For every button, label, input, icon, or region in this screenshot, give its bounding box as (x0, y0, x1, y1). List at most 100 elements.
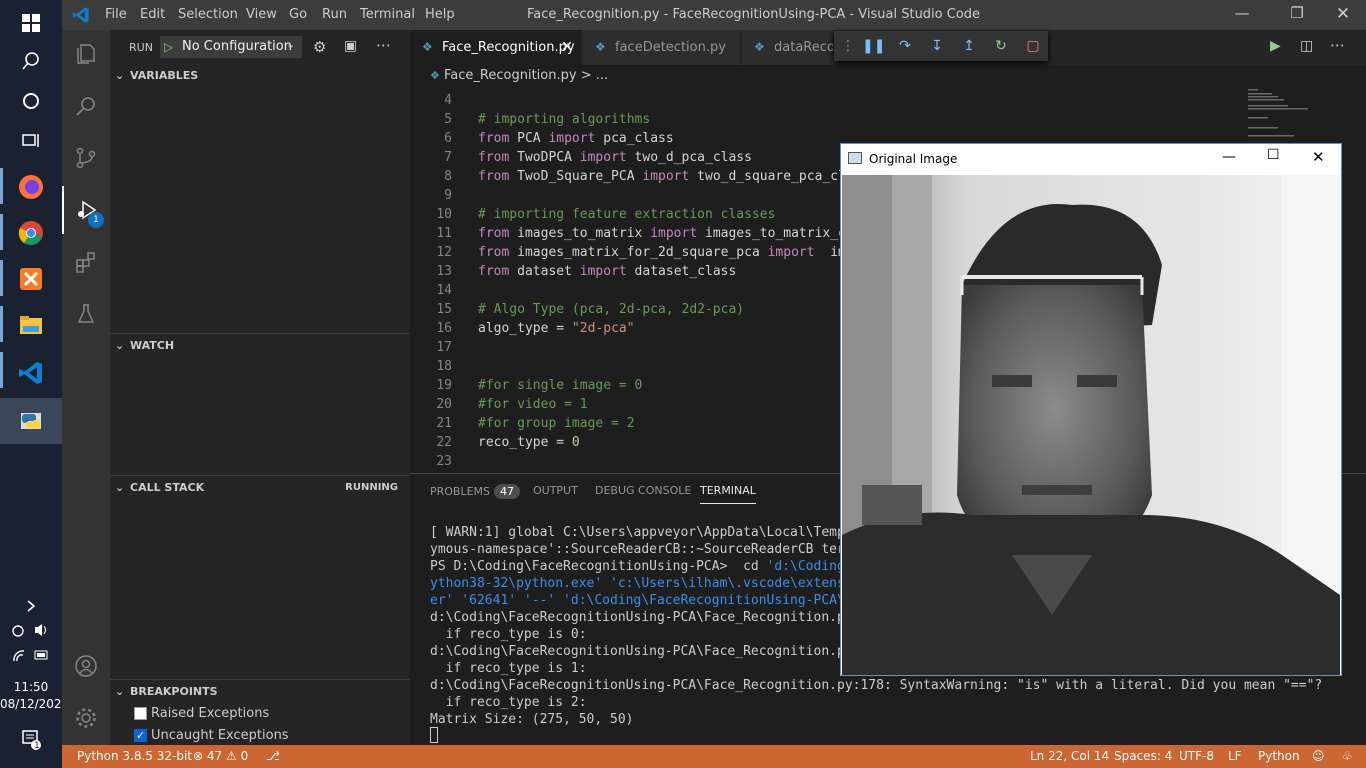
terminal-line: if reco_type is 1: (430, 661, 587, 676)
call-stack-section-header[interactable]: ⌄ CALL STACK RUNNING (110, 477, 410, 499)
file-explorer-icon[interactable] (0, 302, 62, 348)
code-line: # Algo Type (pca, 2d-pca, 2d2-pca) (478, 302, 745, 317)
step-into-icon[interactable]: ↧ (927, 36, 947, 56)
configuration-value: No Configuration (182, 39, 292, 54)
split-editor-icon[interactable]: ◫ (1300, 38, 1313, 54)
step-out-icon[interactable]: ↥ (959, 36, 979, 56)
step-over-icon[interactable]: ↷ (895, 36, 915, 56)
menu-run[interactable]: Run (322, 7, 347, 22)
line-number: 17 (436, 340, 452, 355)
close-icon[interactable]: ✕ (1328, 4, 1358, 24)
menu-view[interactable]: View (246, 7, 277, 22)
breakpoint-raised-exceptions[interactable]: Raised Exceptions (134, 703, 269, 723)
tab-terminal[interactable]: TERMINAL (700, 484, 756, 504)
menu-help[interactable]: Help (425, 7, 455, 22)
tab-face-detection[interactable]: ❖ faceDetection.py (583, 30, 741, 65)
warning-count: 0 (240, 749, 249, 763)
more-actions-icon[interactable]: ⋯ (376, 36, 391, 54)
run-python-file-icon[interactable]: ▶ (1270, 38, 1281, 54)
python-interpreter[interactable]: Python 3.8.5 32-bit (77, 749, 192, 763)
breadcrumb-file[interactable]: Face_Recognition.py (444, 68, 577, 83)
explorer-icon[interactable] (62, 30, 110, 78)
close-tab-icon[interactable]: ✕ (561, 30, 573, 65)
close-icon[interactable]: ✕ (1312, 148, 1325, 166)
uncaught-exceptions-label: Uncaught Exceptions (151, 727, 289, 743)
task-view-icon[interactable] (0, 118, 62, 164)
language-mode[interactable]: Python (1258, 749, 1300, 763)
tab-data-recorder[interactable]: ❖ dataRecor (742, 30, 834, 65)
chrome-icon[interactable] (0, 210, 62, 256)
cursor-position[interactable]: Ln 22, Col 14 (1030, 749, 1109, 763)
image-window-titlebar[interactable]: Original Image — ☐ ✕ (841, 144, 1341, 175)
python-file-icon: ❖ (754, 40, 765, 54)
vscode-icon[interactable] (0, 350, 62, 396)
source-control-icon[interactable] (62, 134, 110, 182)
python-app-icon[interactable] (0, 398, 62, 444)
search-view-icon[interactable] (62, 82, 110, 130)
minimize-icon[interactable]: — (1222, 149, 1236, 165)
restore-icon[interactable]: ❐ (1282, 4, 1312, 22)
raised-exceptions-label: Raised Exceptions (151, 705, 270, 721)
call-stack-title: CALL STACK (130, 481, 205, 494)
account-icon[interactable] (62, 642, 110, 690)
uncaught-exceptions-checkbox[interactable]: ✓ (134, 728, 147, 742)
restart-icon[interactable]: ↻ (991, 36, 1011, 56)
breadcrumb-more[interactable]: ... (596, 68, 608, 83)
minimize-icon[interactable]: — (1227, 4, 1257, 22)
open-launch-json-icon[interactable]: ⚙ (313, 38, 326, 56)
firefox-icon[interactable] (0, 164, 62, 210)
run-debug-icon[interactable]: 1 (62, 186, 110, 234)
debug-console-icon[interactable]: ▣ (344, 38, 357, 54)
tab-problems[interactable]: PROBLEMS 47 (430, 484, 521, 499)
terminal-line: [ WARN:1] global C:\Users\appveyor\AppDa… (430, 525, 892, 540)
indentation[interactable]: Spaces: 4 (1114, 749, 1172, 763)
debug-toolbar: ⋮ ❚❚ ↷ ↧ ↥ ↻ ▢ (834, 31, 1048, 61)
end-of-line[interactable]: LF (1228, 749, 1242, 763)
more-actions-icon[interactable]: ⋯ (1330, 36, 1345, 54)
code-line: #for single image = 0 (478, 378, 643, 393)
stop-icon[interactable]: ▢ (1023, 36, 1043, 56)
watch-title: WATCH (130, 339, 175, 352)
maximize-icon[interactable]: ☐ (1267, 147, 1280, 163)
menu-go[interactable]: Go (289, 7, 307, 22)
wifi-battery-icons[interactable] (0, 640, 62, 670)
line-number: 15 (436, 302, 452, 317)
notification-icon[interactable]: 1 (0, 716, 62, 762)
tab-face-recognition[interactable]: ❖ Face_Recognition.py ✕ (410, 30, 582, 65)
raised-exceptions-checkbox[interactable] (134, 706, 147, 720)
menu-edit[interactable]: Edit (140, 7, 165, 22)
tab-output[interactable]: OUTPUT (533, 484, 578, 497)
pause-icon[interactable]: ❚❚ (862, 36, 885, 56)
tab-debug-console[interactable]: DEBUG CONSOLE (595, 484, 691, 497)
menu-terminal[interactable]: Terminal (360, 7, 415, 22)
chevron-down-icon[interactable]: ⌄ (286, 38, 295, 51)
menu-file[interactable]: File (105, 7, 127, 22)
status-bar: Python 3.8.5 32-bit ⊗ 47 ⚠ 0 ⎇ Ln 22, Co… (62, 745, 1366, 768)
xampp-icon[interactable] (0, 256, 62, 302)
clock[interactable]: 11:50 08/12/2020 (0, 679, 69, 713)
terminal-line: er' '62641' '--' 'd:\Coding\FaceRecognit… (430, 593, 892, 608)
feedback-icon[interactable]: ☺ (1312, 749, 1325, 763)
line-number: 22 (436, 435, 452, 450)
extensions-icon[interactable] (62, 238, 110, 286)
variables-section-header[interactable]: ⌄ VARIABLES (110, 65, 410, 87)
app-window-icon (848, 152, 862, 164)
original-image-window[interactable]: Original Image — ☐ ✕ (840, 143, 1342, 676)
chevron-down-icon: ⌄ (115, 685, 125, 698)
drag-handle-icon[interactable]: ⋮ (838, 36, 858, 56)
testing-icon[interactable] (62, 290, 110, 338)
configuration-select[interactable]: ▷ No Configuration (160, 36, 302, 58)
problems-status[interactable]: ⊗ 47 ⚠ 0 (193, 749, 248, 763)
menu-selection[interactable]: Selection (178, 7, 238, 22)
breakpoint-uncaught-exceptions[interactable]: ✓ Uncaught Exceptions (134, 725, 289, 745)
watch-section-header[interactable]: ⌄ WATCH (110, 335, 410, 357)
start-debugging-icon[interactable]: ▷ (164, 36, 173, 58)
bell-icon[interactable]: ♧ (1342, 749, 1353, 763)
code-line: from TwoDPCA import two_d_pca_class (478, 150, 752, 165)
breakpoints-section-header[interactable]: ⌄ BREAKPOINTS (110, 681, 410, 703)
settings-gear-icon[interactable] (62, 694, 110, 742)
encoding[interactable]: UTF-8 (1179, 749, 1214, 763)
debug-status-icon[interactable]: ⎇ (266, 749, 280, 763)
terminal-line: Matrix Size: (275, 50, 50) (430, 712, 634, 727)
breadcrumb: ❖ Face_Recognition.py > ... (410, 65, 1366, 87)
